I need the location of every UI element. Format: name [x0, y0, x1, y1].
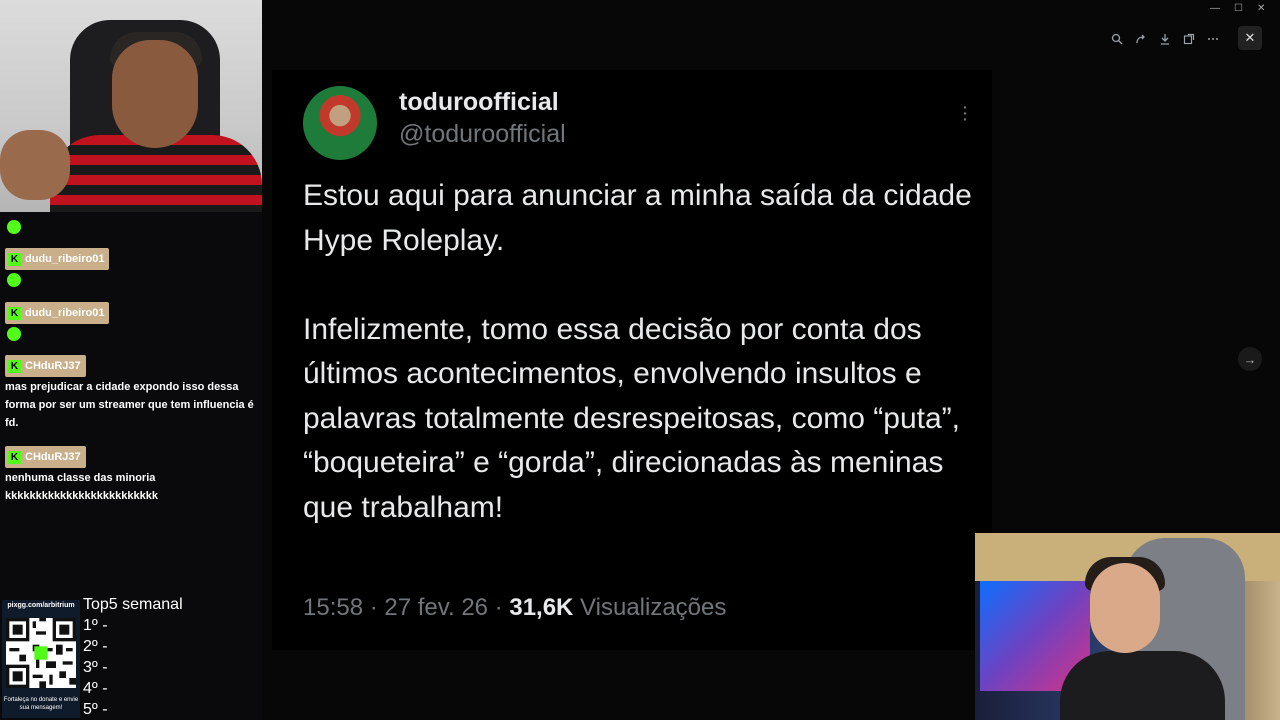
hand — [0, 130, 70, 200]
top5-weekly: Top5 semanal 1º - 2º - 3º - 4º - 5º - — [83, 594, 183, 720]
kick-icon: K — [8, 252, 21, 266]
top5-title: Top5 semanal — [83, 596, 183, 613]
chat-user-badge: K CHduRJ37 — [5, 446, 86, 468]
donation-url: pixgg.com/arbitrium — [7, 602, 75, 609]
chat-overlay: K dudu_ribeiro01 K dudu_ribeiro01 K CHdu… — [0, 212, 262, 592]
chat-user-badge: K CHduRJ37 — [5, 355, 86, 377]
tweet-handle[interactable]: @toduroofficial — [399, 120, 566, 149]
tweet-views-label: Visualizações — [573, 594, 727, 621]
close-viewer-button[interactable]: ✕ — [1238, 26, 1262, 50]
minimize-icon[interactable]: — — [1210, 3, 1220, 14]
emote-icon — [7, 273, 21, 287]
kick-icon: K — [8, 359, 21, 373]
chat-user-badge: K dudu_ribeiro01 — [5, 248, 110, 270]
chat-message-text: nenhuma classe das minoria kkkkkkkkkkkkk… — [5, 472, 158, 502]
tweet-display-name[interactable]: toduroofficial — [399, 88, 559, 117]
more-options-icon[interactable]: · · · — [955, 97, 975, 129]
window-controls: — ☐ ✕ — [1210, 3, 1265, 14]
avatar[interactable] — [303, 86, 377, 160]
chat-message-text: mas prejudicar a cidade expondo isso des… — [5, 381, 254, 429]
close-window-icon[interactable]: ✕ — [1257, 3, 1265, 14]
chat-username: CHduRJ37 — [25, 360, 81, 372]
top5-rank: 5º - — [83, 701, 108, 718]
face — [112, 40, 198, 148]
close-icon: ✕ — [1244, 30, 1256, 45]
tweet-timestamp: 15:58 · 27 fev. 26 · — [303, 594, 510, 621]
donation-caption: Fortaleça no donate e envie sua mensagem… — [3, 697, 79, 711]
tweet-meta: 15:58 · 27 fev. 26 · 31,6K Visualizações — [303, 594, 726, 622]
emote-icon — [7, 327, 21, 341]
top5-rank: 4º - — [83, 680, 108, 697]
zoom-in-icon[interactable] — [1106, 27, 1128, 51]
emote-icon — [7, 220, 21, 234]
guest-webcam — [975, 533, 1280, 720]
chat-username: dudu_ribeiro01 — [25, 253, 105, 265]
top5-rank: 2º - — [83, 638, 108, 655]
face — [1090, 563, 1160, 653]
qr-code-icon — [6, 618, 76, 688]
next-image-button[interactable]: → — [1238, 347, 1262, 371]
streamer-webcam — [0, 0, 262, 212]
tweet-views-count: 31,6K — [509, 594, 574, 621]
download-icon[interactable] — [1154, 27, 1176, 51]
open-new-icon[interactable] — [1178, 27, 1200, 51]
kick-icon: K — [8, 450, 21, 464]
chat-user-badge: K dudu_ribeiro01 — [5, 302, 110, 324]
more-icon[interactable] — [1202, 27, 1224, 51]
kick-icon: K — [8, 306, 21, 320]
tweet-body: Estou aqui para anunciar a minha saída d… — [303, 179, 972, 524]
top5-rank: 1º - — [83, 617, 108, 634]
top5-rank: 3º - — [83, 659, 108, 676]
donation-qr-panel: pixgg.com/arbitrium Fortaleça no donate … — [2, 600, 80, 718]
share-icon[interactable] — [1130, 27, 1152, 51]
shirt — [1060, 651, 1225, 720]
arrow-right-icon: → — [1243, 351, 1257, 367]
chat-username: dudu_ribeiro01 — [25, 307, 105, 319]
chat-username: CHduRJ37 — [25, 451, 81, 463]
maximize-icon[interactable]: ☐ — [1234, 3, 1243, 14]
